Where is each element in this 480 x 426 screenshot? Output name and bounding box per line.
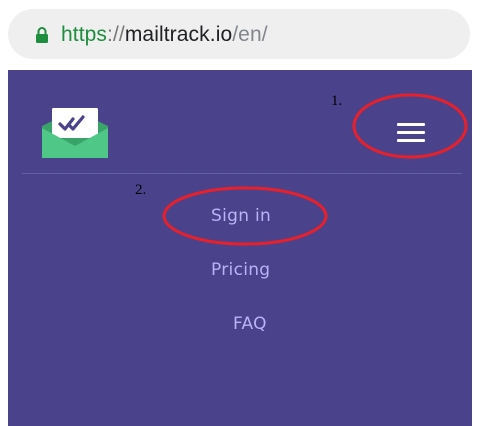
annotation-step-1-label: 1. — [331, 93, 343, 109]
lock-icon — [36, 27, 48, 43]
hamburger-menu-icon[interactable] — [391, 117, 431, 147]
mailtrack-envelope-double-check-icon[interactable] — [40, 104, 110, 160]
mailtrack-site-header: Sign in Pricing FAQ — [8, 70, 472, 426]
url-separator: :// — [107, 23, 125, 46]
url-text[interactable]: https://mailtrack.io/en/ — [61, 22, 268, 48]
url-scheme: https — [61, 23, 108, 46]
url-path: /en/ — [232, 23, 268, 46]
menu-bar-bottom — [397, 139, 425, 142]
nav-link-sign-in[interactable]: Sign in — [211, 206, 271, 226]
header-divider — [22, 173, 462, 174]
menu-bar-middle — [397, 131, 425, 134]
address-bar[interactable]: https://mailtrack.io/en/ — [8, 9, 470, 59]
menu-bar-top — [397, 123, 425, 126]
nav-link-faq[interactable]: FAQ — [233, 314, 267, 334]
nav-link-pricing[interactable]: Pricing — [211, 260, 270, 280]
url-host: mailtrack.io — [124, 23, 233, 46]
annotation-step-2-label: 2. — [135, 182, 147, 198]
